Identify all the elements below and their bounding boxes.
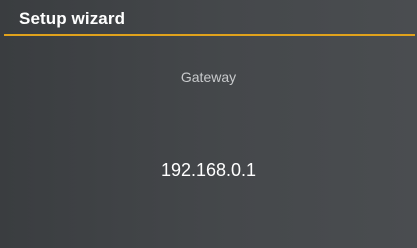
- gateway-label: Gateway: [180, 69, 237, 85]
- page-title: Setup wizard: [19, 9, 126, 28]
- setup-wizard-screen: Setup wizard Gateway 192.168.0.1: [0, 0, 417, 248]
- header: Setup wizard: [0, 0, 417, 36]
- header-divider: [4, 34, 415, 36]
- gateway-value[interactable]: 192.168.0.1: [0, 160, 417, 181]
